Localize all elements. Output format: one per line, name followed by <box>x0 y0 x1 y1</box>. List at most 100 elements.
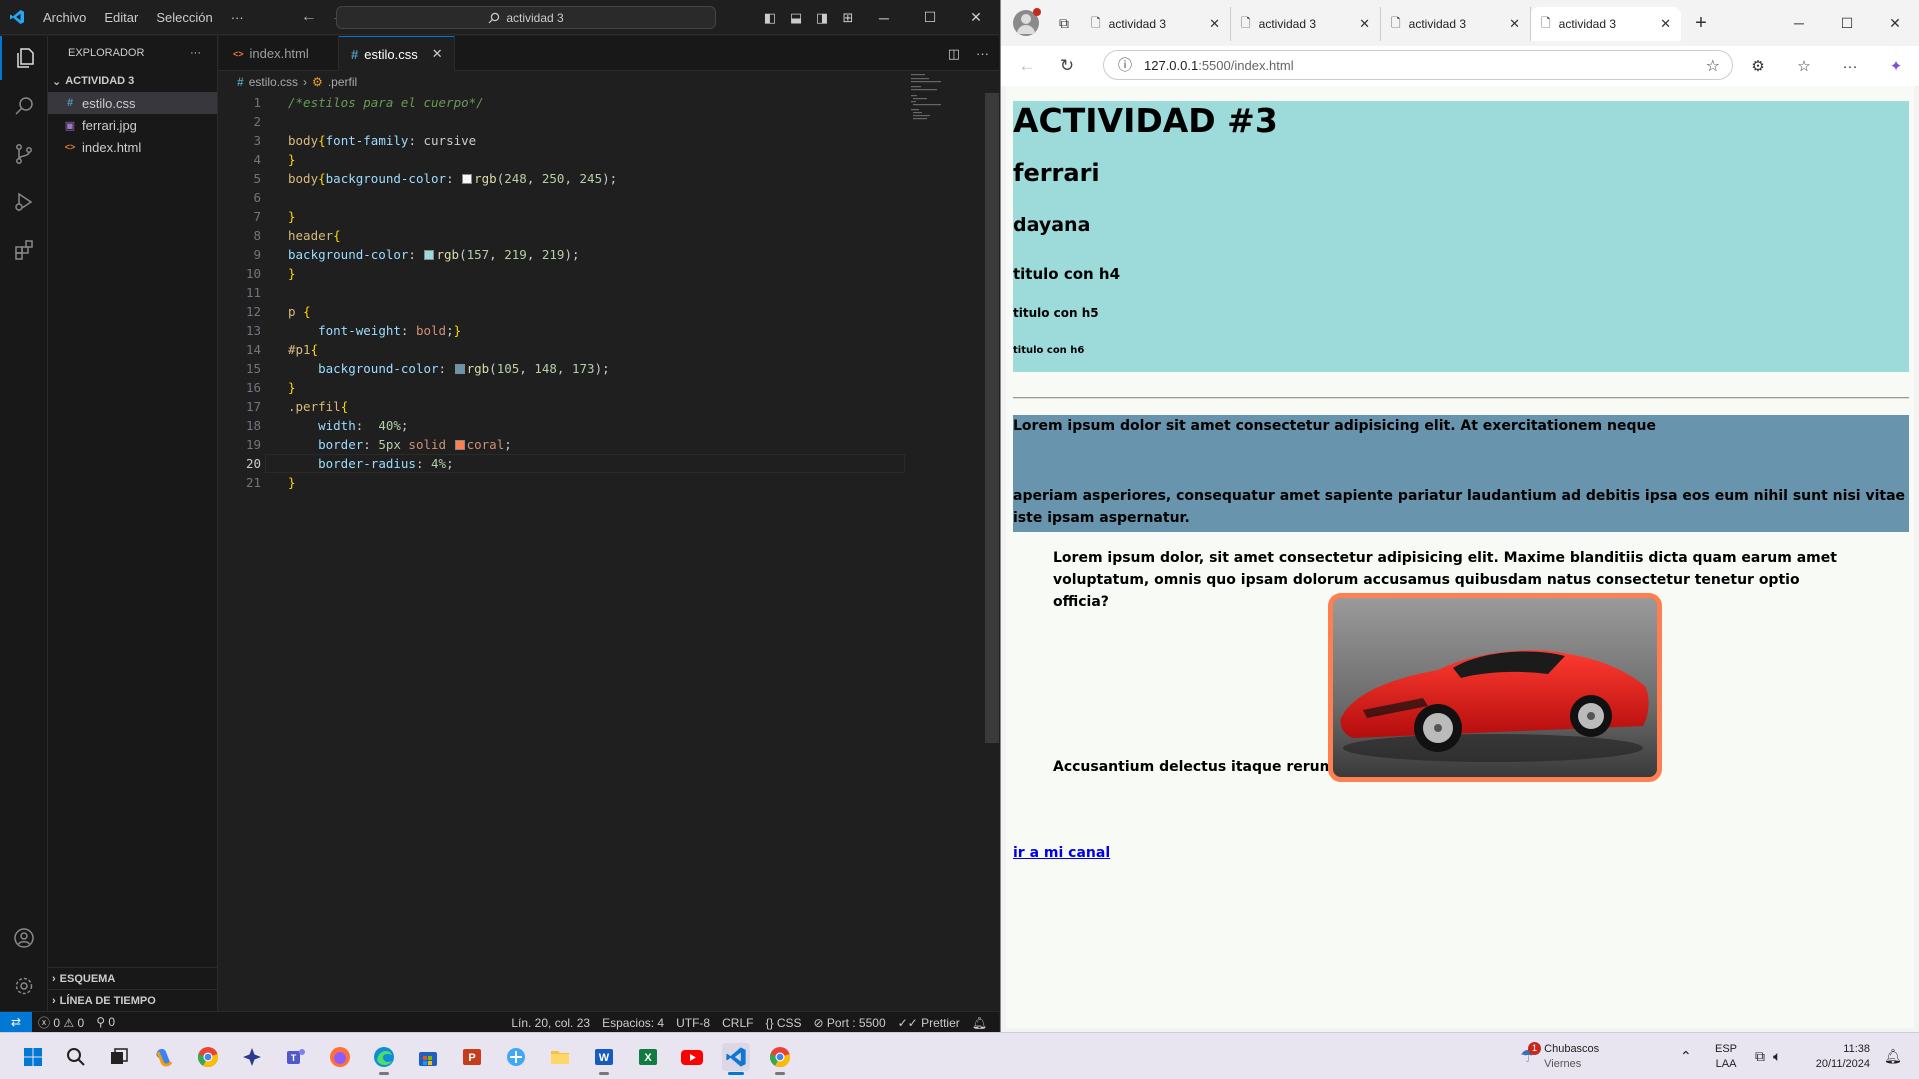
color-swatch[interactable] <box>424 250 435 260</box>
tab-index-html[interactable]: <> index.html <box>219 36 339 71</box>
code-line[interactable]: 17 .perfil{ <box>219 397 999 416</box>
vscode-taskbar-icon[interactable] <box>722 1043 750 1075</box>
code-line[interactable]: 9 background-color: rgb(157, 219, 219); <box>219 245 999 264</box>
ports-indicator[interactable]: ⚲ 0 <box>90 1015 121 1029</box>
show-hidden-icons-chevron-up-icon[interactable]: ⌃ <box>1680 1033 1692 1079</box>
explorer-icon[interactable] <box>0 36 48 80</box>
breadcrumb-symbol[interactable]: .perfil <box>328 75 357 89</box>
chrome-icon[interactable] <box>194 1043 222 1071</box>
chrome-icon[interactable] <box>766 1043 794 1075</box>
toggle-sidebar-icon[interactable]: ◧ <box>757 10 783 26</box>
system-tray-icons[interactable]: ⧉ 🔈︎ <box>1755 1033 1781 1079</box>
folder-actividad-3[interactable]: ⌄ ACTIVIDAD 3 <box>48 70 217 92</box>
menu-editar[interactable]: Editar <box>95 10 147 25</box>
notifications-bell-icon[interactable]: 🔔︎ <box>966 1016 993 1030</box>
browser-tab-4-active[interactable]: 🗋︎ actividad 3 ✕ <box>1531 7 1681 41</box>
refresh-icon[interactable]: ↻ <box>1047 56 1087 76</box>
favorite-star-icon[interactable]: ☆ <box>1706 56 1720 76</box>
end-of-line[interactable]: CRLF <box>716 1016 759 1030</box>
pinned-app-icon[interactable] <box>238 1043 266 1071</box>
search-icon[interactable] <box>62 1043 90 1071</box>
close-button[interactable]: ✕ <box>1871 15 1919 32</box>
back-arrow-icon[interactable]: ← <box>1007 56 1047 76</box>
code-line[interactable]: 10} <box>219 264 999 283</box>
channel-link[interactable]: ir a mi canal <box>1013 845 1110 861</box>
code-line[interactable]: 1 /*estilos para el cuerpo*/ <box>219 93 999 112</box>
code-line[interactable]: 7} <box>219 207 999 226</box>
teams-icon[interactable]: T <box>282 1043 310 1071</box>
problems-indicator[interactable]: ⓧ 0 ⚠ 0 <box>32 1014 90 1031</box>
close-tab-icon[interactable]: ✕ <box>1209 16 1220 32</box>
code-line[interactable]: 14 #p1{ <box>219 340 999 359</box>
edge-icon[interactable] <box>370 1043 398 1075</box>
close-tab-icon[interactable]: ✕ <box>1509 16 1520 32</box>
color-swatch[interactable] <box>454 364 465 374</box>
code-line[interactable]: 15 background-color: rgb(105, 148, 173); <box>219 359 999 378</box>
pinned-app-icon[interactable] <box>502 1043 530 1071</box>
code-line[interactable]: 16} <box>219 378 999 397</box>
code-line[interactable]: 2 <box>219 112 999 131</box>
menu-archivo[interactable]: Archivo <box>34 10 95 25</box>
code-line[interactable]: 5 body{background-color: rgb(248, 250, 24… <box>219 169 999 188</box>
search-icon[interactable] <box>0 84 48 128</box>
powerpoint-icon[interactable]: P <box>458 1043 486 1071</box>
run-debug-icon[interactable] <box>0 180 48 224</box>
cursor-position[interactable]: Lín. 20, col. 23 <box>505 1016 596 1030</box>
firefox-icon[interactable] <box>326 1043 354 1071</box>
toggle-secondary-sidebar-icon[interactable]: ◨ <box>809 10 835 26</box>
code-editor[interactable]: 1/*estilos para el cuerpo*/2 3 body{font-f… <box>219 93 999 492</box>
close-icon[interactable]: ✕ <box>432 46 443 62</box>
back-arrow-icon[interactable]: ← <box>301 8 317 26</box>
file-ferrari-jpg[interactable]: ▣ ferrari.jpg <box>48 114 217 136</box>
breadcrumb-file[interactable]: estilo.css <box>249 75 298 89</box>
color-swatch[interactable] <box>454 440 465 450</box>
minimize-button[interactable]: ─ <box>1775 15 1823 31</box>
youtube-icon[interactable] <box>678 1043 706 1071</box>
code-line[interactable]: 21} <box>219 473 999 492</box>
address-bar[interactable]: ⓘ 127.0.0.1:5500/index.html ☆ <box>1103 50 1733 80</box>
menu-seleccion[interactable]: Selección <box>147 10 221 25</box>
close-tab-icon[interactable]: ✕ <box>1359 16 1370 32</box>
code-line[interactable]: 11 <box>219 283 999 302</box>
outline-section[interactable]: › ESQUEMA <box>48 967 218 989</box>
browser-tab-3[interactable]: 🗋︎ actividad 3 ✕ <box>1381 7 1531 41</box>
settings-gear-icon[interactable] <box>0 964 48 1008</box>
language-indicator[interactable]: ESP LAA <box>1715 1033 1737 1079</box>
code-line[interactable]: 6 <box>219 188 999 207</box>
customize-layout-icon[interactable]: ⊞ <box>835 10 861 26</box>
close-button[interactable]: ✕ <box>953 9 999 26</box>
file-index-html[interactable]: <> index.html <box>48 136 217 158</box>
language-mode[interactable]: {} CSS <box>759 1016 807 1030</box>
notifications-bell-icon[interactable]: 🔔︎ <box>1884 1033 1902 1079</box>
timeline-section[interactable]: › LÍNEA DE TIEMPO <box>48 989 218 1011</box>
extensions-icon[interactable] <box>0 228 48 272</box>
favorites-icon[interactable]: ☆ <box>1781 57 1827 75</box>
remote-icon[interactable]: ⇄ <box>0 1011 32 1033</box>
clock[interactable]: 11:38 20/11/2024 <box>1810 1033 1870 1079</box>
prettier-status[interactable]: ✓✓ Prettier <box>892 1016 966 1030</box>
store-icon[interactable] <box>414 1043 442 1071</box>
accounts-icon[interactable] <box>0 916 48 960</box>
task-view-icon[interactable] <box>105 1043 133 1071</box>
copilot-app-icon[interactable] <box>150 1043 178 1071</box>
more-actions-icon[interactable]: ··· <box>976 46 989 61</box>
source-control-icon[interactable] <box>0 132 48 176</box>
color-swatch[interactable] <box>462 174 473 184</box>
minimize-button[interactable]: ─ <box>861 10 907 26</box>
explorer-more-icon[interactable]: ··· <box>190 47 201 59</box>
profile-avatar[interactable] <box>1013 8 1041 36</box>
browser-tab-2[interactable]: 🗋︎ actividad 3 ✕ <box>1231 7 1381 41</box>
menu-more[interactable]: ··· <box>222 10 253 25</box>
word-icon[interactable]: W <box>590 1043 618 1075</box>
settings-more-icon[interactable]: ··· <box>1827 58 1873 75</box>
extensions-puzzle-icon[interactable]: ⚙ <box>1735 57 1781 75</box>
maximize-button[interactable]: ☐ <box>907 9 953 26</box>
tab-estilo-css[interactable]: # estilo.css ✕ <box>339 36 455 71</box>
code-line[interactable]: 8 header{ <box>219 226 999 245</box>
code-line[interactable]: 13 font-weight: bold;} <box>219 321 999 340</box>
file-explorer-icon[interactable] <box>546 1043 574 1071</box>
new-tab-plus-icon[interactable]: + <box>1681 12 1721 35</box>
tab-actions-icon[interactable]: ⧉ <box>1047 15 1081 32</box>
editor-scrollbar[interactable] <box>985 93 999 743</box>
weather-widget[interactable]: ☂ 1 Chubascos Viernes <box>1520 1033 1599 1079</box>
